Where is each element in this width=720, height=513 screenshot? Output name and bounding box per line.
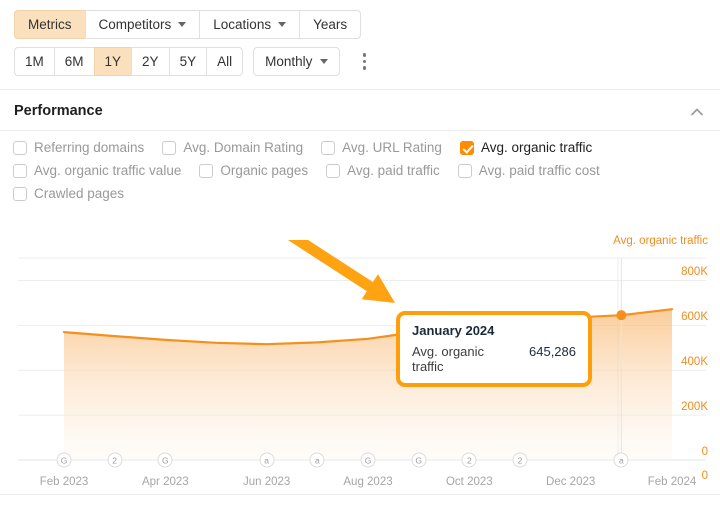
performance-header-divider <box>0 130 720 131</box>
range-6m-label: 6M <box>65 54 84 69</box>
toolbar-divider <box>0 89 720 90</box>
x-axis-tick-label: Jun 2023 <box>243 476 290 488</box>
range-5y-label: 5Y <box>180 54 197 69</box>
kebab-menu-icon[interactable] <box>354 47 374 76</box>
annotation-arrow-icon <box>258 240 395 303</box>
checkbox-icon[interactable] <box>326 164 340 178</box>
metric-checkbox-group: Referring domains Avg. Domain Rating Avg… <box>13 140 713 209</box>
x-axis-tick-label: Oct 2023 <box>446 476 493 488</box>
x-axis-tick-label: Aug 2023 <box>343 476 392 488</box>
checkbox-icon[interactable] <box>199 164 213 178</box>
chart-bottom-divider <box>0 494 720 495</box>
range-1m-label: 1M <box>25 54 44 69</box>
metric-label: Avg. URL Rating <box>342 140 442 155</box>
range-1y[interactable]: 1Y <box>94 47 132 76</box>
metric-label: Avg. organic traffic value <box>34 163 181 178</box>
range-all[interactable]: All <box>206 47 243 76</box>
chevron-up-icon[interactable] <box>689 104 705 120</box>
algorithm-update-marker-icon[interactable]: a <box>614 453 629 468</box>
tab-locations-label: Locations <box>213 18 271 32</box>
metric-row: Avg. organic traffic value Organic pages… <box>13 163 713 178</box>
metric-referring-domains[interactable]: Referring domains <box>13 140 144 155</box>
chevron-down-icon <box>320 59 328 64</box>
range-5y[interactable]: 5Y <box>169 47 207 76</box>
y-axis-tick-label: 400K <box>681 356 708 368</box>
tooltip-title: January 2024 <box>412 323 576 338</box>
y-axis-tick-label: 600K <box>681 311 708 323</box>
algorithm-update-marker-icon[interactable]: 2 <box>107 453 122 468</box>
checkbox-checked-icon[interactable] <box>460 141 474 155</box>
metric-crawled-pages[interactable]: Crawled pages <box>13 186 124 201</box>
metric-row: Crawled pages <box>13 186 713 201</box>
tab-metrics[interactable]: Metrics <box>14 10 85 39</box>
metric-label: Avg. organic traffic <box>481 140 592 155</box>
algorithm-update-marker-icon[interactable]: G <box>411 453 426 468</box>
performance-chart[interactable]: Avg. organic traffic 800K600K400K200K00 … <box>0 240 720 513</box>
algorithm-update-marker-icon[interactable]: 2 <box>462 453 477 468</box>
chevron-down-icon <box>178 22 186 27</box>
metric-label: Referring domains <box>34 140 144 155</box>
tooltip-metric-value: 645,286 <box>529 344 576 359</box>
metric-label: Avg. paid traffic <box>347 163 440 178</box>
metric-label: Organic pages <box>220 163 308 178</box>
range-2y[interactable]: 2Y <box>131 47 169 76</box>
metric-label: Avg. Domain Rating <box>183 140 303 155</box>
checkbox-icon[interactable] <box>13 187 27 201</box>
x-axis-tick-label: Feb 2024 <box>648 476 697 488</box>
tooltip-metric-row: Avg. organic traffic 645,286 <box>412 344 576 374</box>
checkbox-icon[interactable] <box>321 141 335 155</box>
algorithm-update-marker-icon[interactable]: G <box>361 453 376 468</box>
tab-competitors[interactable]: Competitors <box>85 10 200 39</box>
tab-years-label: Years <box>313 18 347 32</box>
algorithm-update-marker-icon[interactable]: 2 <box>513 453 528 468</box>
checkbox-icon[interactable] <box>13 164 27 178</box>
chart-canvas <box>0 240 720 513</box>
algorithm-update-marker-icon[interactable]: G <box>158 453 173 468</box>
checkbox-icon[interactable] <box>13 141 27 155</box>
metric-avg-organic-traffic[interactable]: Avg. organic traffic <box>460 140 592 155</box>
y-axis-tick-label: 200K <box>681 401 708 413</box>
algorithm-update-marker-icon[interactable]: a <box>259 453 274 468</box>
metric-avg-domain-rating[interactable]: Avg. Domain Rating <box>162 140 303 155</box>
metrics-tabbar: Metrics Competitors Locations Years <box>14 10 361 39</box>
range-1y-label: 1Y <box>105 54 122 69</box>
range-1m[interactable]: 1M <box>14 47 54 76</box>
range-toolbar: 1M 6M 1Y 2Y 5Y All Monthly <box>14 47 374 76</box>
x-axis-tick-label: Dec 2023 <box>546 476 595 488</box>
tab-years[interactable]: Years <box>299 10 361 39</box>
algorithm-update-marker-icon[interactable]: a <box>310 453 325 468</box>
metric-row: Referring domains Avg. Domain Rating Avg… <box>13 140 713 155</box>
tooltip-metric-label: Avg. organic traffic <box>412 344 519 374</box>
period-select[interactable]: Monthly <box>253 47 340 76</box>
period-select-label: Monthly <box>265 54 312 69</box>
algorithm-update-marker-icon[interactable]: G <box>57 453 72 468</box>
metric-avg-url-rating[interactable]: Avg. URL Rating <box>321 140 442 155</box>
y-axis-zero-label: 0 <box>702 470 708 482</box>
y-axis-tick-label: 800K <box>681 266 708 278</box>
y-axis-tick-label: 0 <box>702 446 708 458</box>
range-2y-label: 2Y <box>142 54 159 69</box>
checkbox-icon[interactable] <box>458 164 472 178</box>
metric-avg-paid-traffic[interactable]: Avg. paid traffic <box>326 163 440 178</box>
metric-label: Avg. paid traffic cost <box>479 163 600 178</box>
page-title: Performance <box>14 103 103 119</box>
chevron-down-icon <box>278 22 286 27</box>
x-axis-tick-label: Apr 2023 <box>142 476 189 488</box>
checkbox-icon[interactable] <box>162 141 176 155</box>
range-6m[interactable]: 6M <box>54 47 94 76</box>
tab-metrics-label: Metrics <box>28 18 72 32</box>
metric-label: Crawled pages <box>34 186 124 201</box>
x-axis-tick-label: Feb 2023 <box>40 476 89 488</box>
chart-highlight-point <box>616 310 626 320</box>
range-all-label: All <box>217 54 232 69</box>
metric-organic-pages[interactable]: Organic pages <box>199 163 308 178</box>
metric-avg-organic-traffic-value[interactable]: Avg. organic traffic value <box>13 163 181 178</box>
tab-locations[interactable]: Locations <box>199 10 299 39</box>
chart-tooltip: January 2024 Avg. organic traffic 645,28… <box>396 311 592 387</box>
range-button-group: 1M 6M 1Y 2Y 5Y All <box>14 47 243 76</box>
tab-competitors-label: Competitors <box>99 18 172 32</box>
metric-avg-paid-traffic-cost[interactable]: Avg. paid traffic cost <box>458 163 600 178</box>
